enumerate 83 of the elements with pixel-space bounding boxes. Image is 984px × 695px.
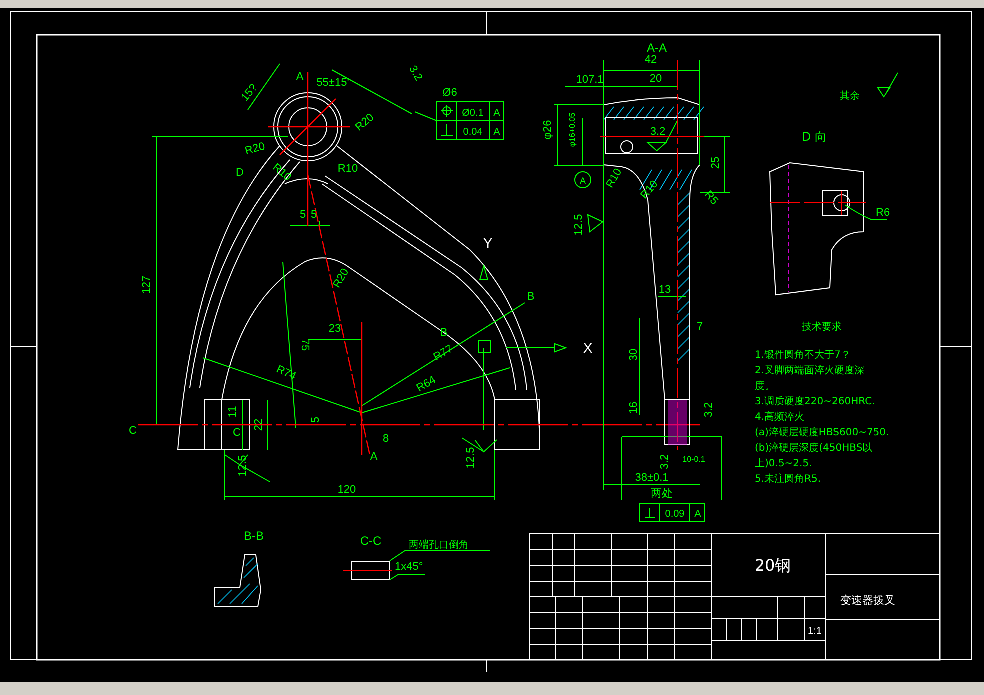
dimension-label: Ø6: [442, 87, 458, 99]
tolerance-value: 0.09: [665, 509, 685, 520]
datum-label: A: [494, 108, 500, 119]
section-bb-drawing: [214, 554, 262, 608]
dimension-label: 22: [253, 418, 265, 432]
dimension-label: φ16+0.05: [568, 112, 577, 148]
dimension-label: 5: [310, 416, 322, 424]
scale-label: 1:1: [808, 626, 822, 637]
requirement-text: 2.叉脚两端面淬火硬度深: [755, 366, 865, 376]
part-name: 变速器拨叉: [840, 594, 896, 607]
tolerance-value: Ø0.1: [462, 108, 484, 119]
dimension-label: 127: [141, 276, 153, 294]
dimension-label: 5: [310, 209, 318, 221]
dimension-label: R20: [353, 112, 377, 134]
requirement-text: 4.高频淬火: [755, 412, 805, 423]
dimension-label: 3.2: [703, 402, 715, 418]
roughness-note: 其余: [840, 91, 860, 102]
dimension-label: 30: [628, 348, 640, 362]
dimension-label: 11: [227, 406, 239, 418]
dimension-label: 12.5: [573, 214, 585, 236]
section-title: C-C: [360, 534, 382, 548]
dimension-label: 5: [300, 209, 306, 221]
dimension-label: 25: [710, 156, 722, 170]
chamfer-label: 1x45°: [395, 561, 424, 573]
requirement-text: 3.调质硬度220~260HRC.: [755, 396, 876, 408]
keyway-mark: [668, 400, 687, 445]
dimension-label: 75: [299, 338, 311, 352]
dimension-label: C: [129, 425, 137, 437]
dimension-label: 23: [328, 323, 342, 335]
dimension-label: 8: [382, 433, 390, 445]
view-title: D 向: [802, 130, 828, 144]
dimension-label: 12.5: [465, 447, 477, 469]
dimension-label: B: [527, 291, 535, 303]
requirement-text: 1.锻件圆角不大于7？: [755, 350, 851, 361]
material-label: 20钢: [754, 556, 792, 575]
tolerance-frame: [436, 102, 504, 140]
dimension-label: 16: [628, 402, 640, 414]
section-title: B-B: [244, 529, 264, 543]
requirement-text: (b)淬硬层深度(450HBS以: [755, 443, 873, 454]
note-text: 两端孔口倒角: [409, 540, 469, 551]
dimension-label: R20: [244, 140, 267, 158]
datum-label: A: [580, 176, 586, 186]
dimension-label: R64: [414, 374, 438, 395]
dimension-label: 42: [644, 54, 658, 66]
dimension-label: 10-0.1: [682, 455, 706, 464]
requirement-text: (a)淬硬层硬度HBS600~750.: [755, 428, 890, 438]
position-icon: [440, 104, 454, 118]
requirement-text: 上)0.5~2.5.: [755, 458, 812, 470]
dimension-label: R10: [338, 163, 358, 175]
requirements-title: 技术要求: [802, 322, 842, 333]
tolerance-value: 0.04: [463, 127, 483, 138]
perpendicularity-icon: [440, 124, 454, 136]
dimension-label: R10: [638, 178, 661, 202]
dimension-label: R77: [432, 343, 456, 364]
axis-label: X: [583, 340, 593, 356]
dimension-label: A: [370, 451, 378, 463]
dimension-label: 55±15': [316, 77, 350, 89]
dimension-label: 107.1: [576, 74, 604, 86]
dimension-label: 120: [338, 484, 356, 496]
requirement-text: 度。: [755, 381, 775, 392]
dimension-label: R6: [876, 207, 890, 219]
axis-label: Y: [483, 235, 493, 251]
dimension-label: C: [233, 427, 241, 439]
dimension-label: R74: [274, 364, 298, 383]
dimension-label: 3.2: [659, 454, 671, 470]
dimension-label: A: [296, 71, 304, 83]
dimension-label: 38±0.1: [635, 472, 669, 484]
dimension-label: 13: [658, 284, 672, 296]
dimension-label: 3.2: [406, 64, 425, 84]
dimension-label: D: [236, 167, 244, 179]
dimension-label: 3.2: [650, 126, 666, 138]
dimension-label: R10: [270, 162, 294, 184]
datum-label: A: [494, 127, 500, 138]
dimension-label: 两处: [651, 488, 673, 500]
dimension-label: φ26: [542, 120, 554, 140]
dimension-label: 15?: [239, 82, 260, 104]
dimension-label: 20: [650, 73, 662, 85]
section-title: A-A: [647, 41, 667, 55]
roughness-symbol-icon: [878, 72, 898, 98]
dimension-label: 7: [696, 321, 704, 333]
requirement-text: 5.未注圆角R5.: [755, 474, 822, 485]
datum-label: A: [694, 509, 702, 520]
perpendicularity-icon: [644, 508, 656, 518]
